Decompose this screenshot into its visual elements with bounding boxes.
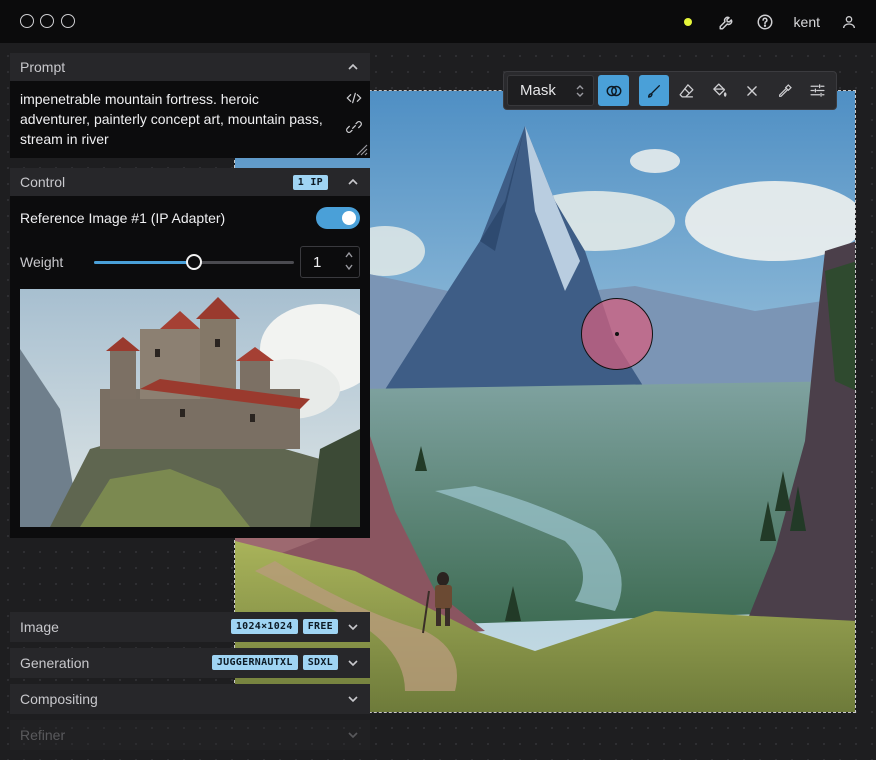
image-section-title: Image — [20, 619, 59, 635]
weight-label: Weight — [20, 254, 64, 270]
chevron-down-icon — [348, 732, 358, 739]
user-icon[interactable] — [840, 13, 858, 31]
title-bar: kent — [0, 0, 876, 43]
clear-icon — [747, 85, 757, 96]
control-panel-title: Control — [20, 174, 66, 190]
fill-tool-button[interactable] — [704, 75, 735, 106]
eraser-icon — [679, 84, 694, 98]
image-section-header[interactable]: Image 1024×1024 FREE — [10, 612, 370, 642]
layer-mode-select[interactable]: Mask — [507, 75, 595, 106]
clear-tool-button[interactable] — [737, 75, 768, 106]
wrench-icon[interactable] — [718, 13, 736, 31]
chevron-down-icon — [348, 624, 358, 631]
reference-image[interactable] — [20, 289, 360, 527]
chevron-up-icon — [348, 178, 358, 185]
link-icon[interactable] — [346, 119, 362, 135]
brush-icon — [648, 84, 661, 98]
window-minimize-button[interactable] — [40, 14, 54, 28]
weight-number-input[interactable]: 1 — [300, 246, 360, 278]
control-panel-header[interactable]: Control 1 IP — [10, 168, 370, 196]
prompt-textarea[interactable]: impenetrable mountain fortress. heroic a… — [10, 81, 370, 157]
settings-sliders-icon — [810, 84, 825, 97]
brush-cursor-center — [615, 332, 619, 336]
prompt-panel: Prompt impenetrable mountain fortress. h… — [10, 53, 370, 158]
generation-section-title: Generation — [20, 655, 90, 671]
window-close-button[interactable] — [20, 14, 34, 28]
reference-image-label: Reference Image #1 (IP Adapter) — [20, 210, 226, 226]
window-maximize-button[interactable] — [61, 14, 75, 28]
ip-adapter-toggle[interactable] — [316, 207, 360, 229]
prompt-panel-title: Prompt — [20, 59, 66, 75]
compositing-section-header[interactable]: Compositing — [10, 684, 370, 714]
weight-slider-fill — [94, 261, 194, 264]
help-icon[interactable] — [756, 13, 774, 31]
aspect-badge: FREE — [302, 619, 338, 634]
eyedropper-tool-button[interactable] — [770, 75, 801, 106]
increment-icon[interactable] — [344, 251, 354, 259]
refiner-section-header[interactable]: Refiner — [10, 720, 370, 750]
code-icon[interactable] — [346, 91, 362, 105]
fill-icon — [713, 83, 727, 97]
username-label[interactable]: kent — [794, 14, 820, 30]
weight-value: 1 — [313, 253, 322, 271]
eraser-tool-button[interactable] — [671, 75, 702, 106]
decrement-icon[interactable] — [344, 263, 354, 271]
brush-cursor — [581, 298, 653, 370]
brush-link-button[interactable] — [598, 75, 629, 106]
brush-link-icon — [606, 85, 622, 96]
image-size-badge: 1024×1024 — [230, 619, 298, 634]
base-model-badge: SDXL — [302, 655, 338, 670]
chevron-down-icon — [348, 696, 358, 703]
model-badge: JUGGERNAUTXL — [211, 655, 298, 670]
updown-chevron-icon — [576, 84, 584, 97]
canvas-toolbar: Mask — [503, 71, 837, 110]
status-indicator — [683, 17, 692, 26]
brush-tool-button[interactable] — [638, 75, 670, 106]
tool-settings-button[interactable] — [802, 75, 833, 106]
prompt-panel-header[interactable]: Prompt — [10, 53, 370, 81]
generation-section-header[interactable]: Generation JUGGERNAUTXL SDXL — [10, 648, 370, 678]
chevron-down-icon — [348, 660, 358, 667]
ip-count-badge: 1 IP — [292, 175, 328, 190]
compositing-section-title: Compositing — [20, 691, 98, 707]
layer-mode-value: Mask — [520, 82, 556, 99]
eyedropper-icon — [778, 83, 792, 97]
control-panel: Control 1 IP Reference Image #1 (IP Adap… — [10, 168, 370, 538]
refiner-section-title: Refiner — [20, 727, 66, 743]
chevron-up-icon — [348, 63, 358, 70]
weight-slider-thumb[interactable] — [186, 254, 202, 270]
resize-handle-icon[interactable] — [354, 142, 368, 156]
castle-image — [20, 289, 360, 527]
